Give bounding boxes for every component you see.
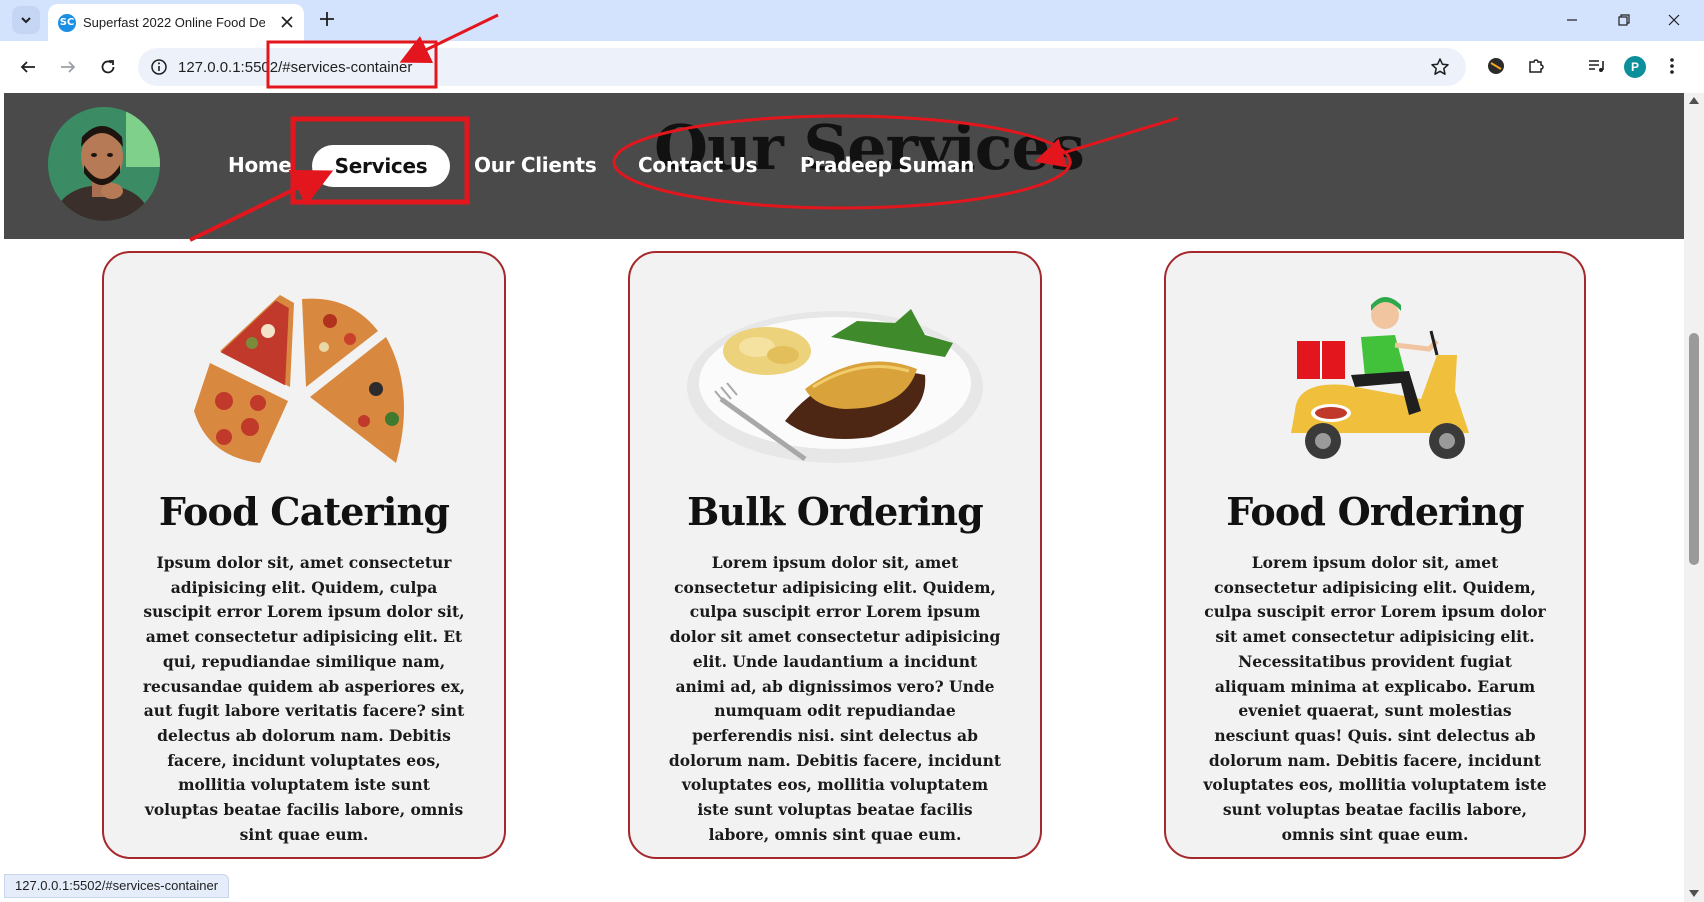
page-viewport: Home Services Our Clients Our Services C…	[4, 93, 1684, 902]
tab-search-button[interactable]	[12, 6, 40, 34]
chevron-down-icon	[21, 17, 31, 24]
browser-toolbar: 127.0.0.1:5502/#services-container P	[0, 41, 1704, 93]
profile-avatar-button[interactable]: P	[1624, 56, 1646, 78]
restore-icon	[1618, 14, 1630, 26]
extensions-menu-button[interactable]	[1524, 54, 1548, 78]
nav-link-our-clients[interactable]: Our Clients	[474, 153, 597, 177]
nav-link-home[interactable]: Home	[228, 153, 292, 177]
food-plate-image	[687, 309, 983, 463]
service-card-title: Bulk Ordering	[687, 489, 984, 534]
arrow-left-icon	[20, 61, 35, 73]
site-favicon-icon: SC	[58, 14, 76, 32]
bookmark-star-icon[interactable]	[1430, 57, 1450, 77]
restore-window-button[interactable]	[1602, 6, 1646, 34]
forward-button[interactable]	[56, 55, 80, 79]
service-card-description: Lorem ipsum dolor sit, amet consectetur …	[1203, 553, 1547, 844]
tab-title: Superfast 2022 Online Food De	[83, 15, 265, 30]
service-card-description: Ipsum dolor sit, amet consectetur adipis…	[142, 553, 466, 844]
playlist-icon	[1589, 60, 1604, 72]
kebab-menu-icon	[1670, 58, 1674, 74]
minimize-icon	[1567, 19, 1577, 21]
close-icon	[1668, 14, 1680, 26]
browser-tab-strip: SC Superfast 2022 Online Food De	[0, 0, 1704, 41]
page-scrollbar[interactable]	[1684, 93, 1704, 902]
service-card-title: Food Catering	[158, 489, 450, 534]
service-card-food-catering: Food Catering Ipsum dolor sit, amet cons…	[102, 251, 506, 859]
author-avatar	[48, 107, 160, 221]
pizza-slices-image	[194, 295, 404, 463]
nav-link-pradeep-suman[interactable]: Pradeep Suman	[800, 153, 974, 177]
new-tab-plus-icon[interactable]	[316, 8, 338, 30]
nav-link-services[interactable]: Services	[312, 145, 450, 187]
service-card-food-ordering: Food Ordering Lorem ipsum dolor sit, ame…	[1164, 251, 1586, 859]
service-card-bulk-ordering: Bulk Ordering Lorem ipsum dolor sit, ame…	[628, 251, 1042, 859]
reload-icon	[101, 60, 115, 74]
delivery-scooter-image	[1291, 297, 1469, 459]
scroll-down-arrow-icon[interactable]	[1689, 890, 1699, 897]
back-button[interactable]	[16, 55, 40, 79]
nav-link-contact-us[interactable]: Contact Us	[638, 153, 758, 177]
media-controls-button[interactable]	[1584, 54, 1608, 78]
arrow-right-icon	[61, 61, 76, 73]
service-card-title: Food Ordering	[1226, 489, 1524, 534]
minimize-window-button[interactable]	[1550, 6, 1594, 34]
browser-menu-button[interactable]	[1660, 54, 1684, 78]
scrollbar-thumb[interactable]	[1689, 333, 1699, 565]
avatar-photo-image	[48, 107, 160, 221]
address-bar[interactable]: 127.0.0.1:5502/#services-container	[138, 48, 1466, 86]
extension-button[interactable]	[1484, 54, 1508, 78]
link-status-bubble: 127.0.0.1:5502/#services-container	[4, 874, 230, 898]
close-window-button[interactable]	[1652, 6, 1696, 34]
reload-button[interactable]	[96, 55, 120, 79]
scroll-up-arrow-icon[interactable]	[1689, 97, 1699, 104]
url-text[interactable]: 127.0.0.1:5502/#services-container	[178, 59, 412, 76]
extension-badge-icon	[1488, 58, 1504, 74]
puzzle-icon	[1529, 59, 1544, 73]
site-info-icon[interactable]	[150, 58, 168, 76]
close-tab-icon[interactable]	[277, 12, 297, 32]
active-browser-tab[interactable]: SC Superfast 2022 Online Food De	[48, 4, 304, 41]
service-card-description: Lorem ipsum dolor sit, amet consectetur …	[668, 553, 1002, 844]
site-header: Home Services Our Clients Our Services C…	[4, 93, 1684, 239]
